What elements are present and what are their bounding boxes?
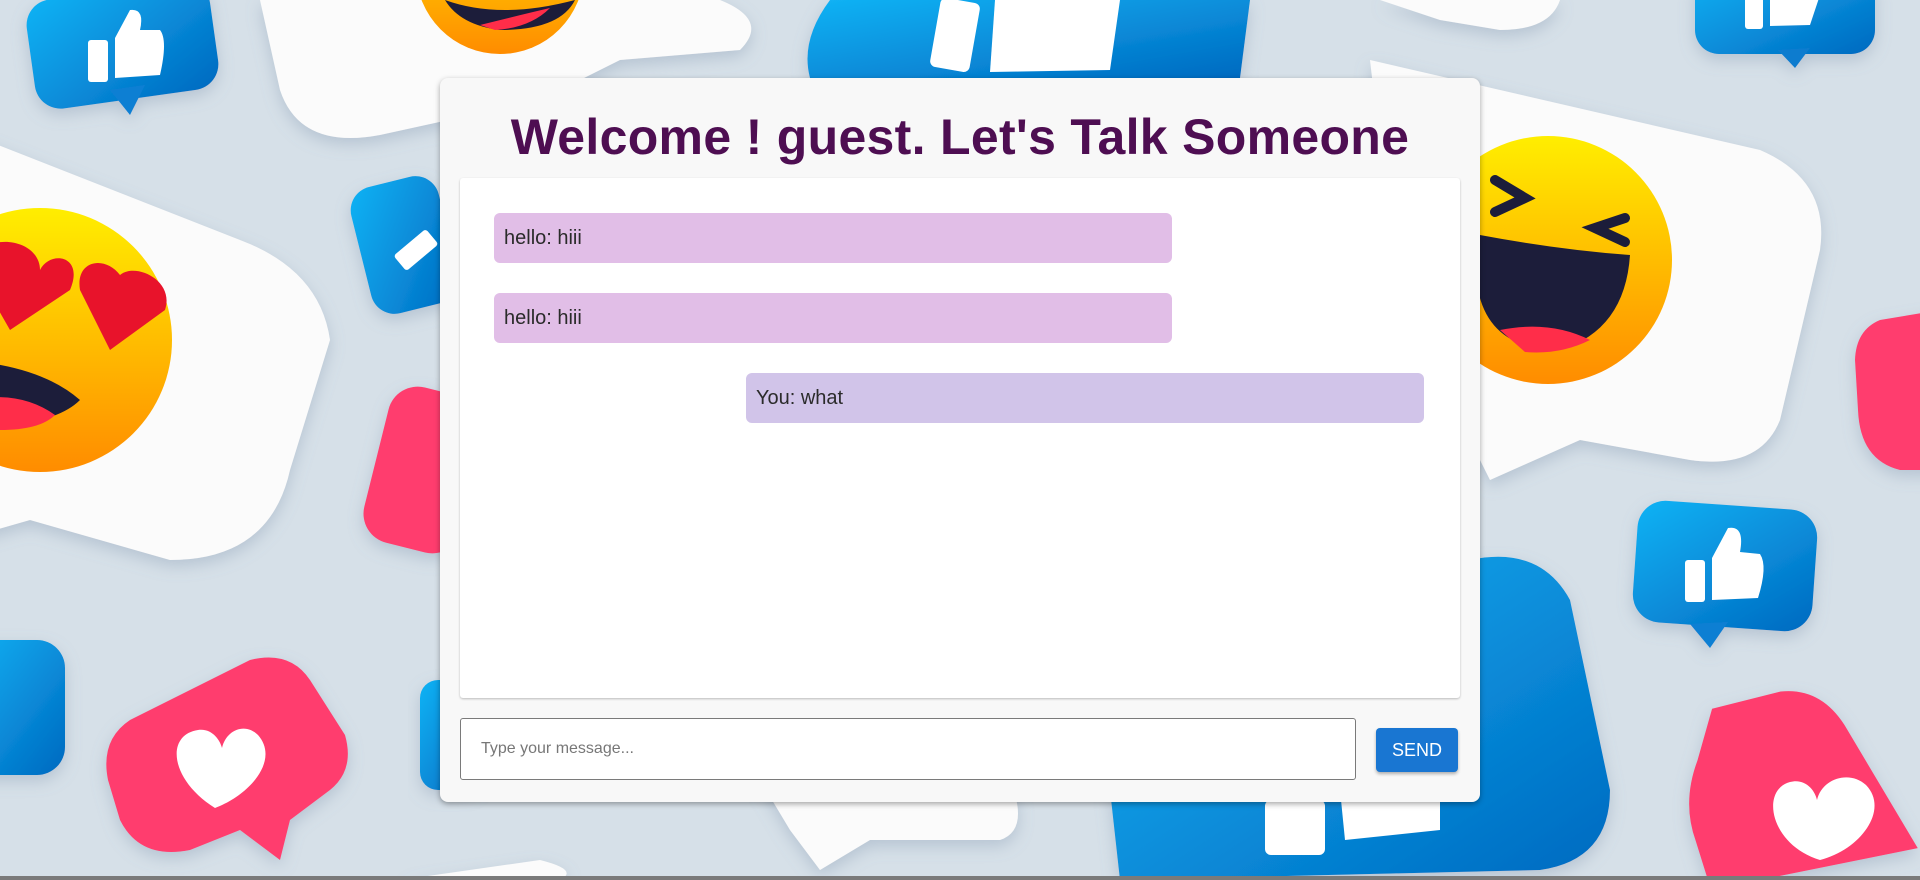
message-list[interactable]: hello: hiii hello: hiii You: what — [460, 178, 1460, 698]
message-input[interactable] — [460, 718, 1356, 780]
chat-container: Welcome ! guest. Let's Talk Someone hell… — [440, 78, 1480, 802]
thumbs-up-icon — [807, 0, 1250, 78]
send-button[interactable]: SEND — [1376, 728, 1458, 772]
message-bubble-sent: You: what — [746, 373, 1424, 423]
message-bubble-received: hello: hiii — [494, 213, 1172, 263]
thumbs-up-icon — [0, 640, 65, 775]
page-title: Welcome ! guest. Let's Talk Someone — [510, 109, 1410, 165]
message-bubble-received: hello: hiii — [494, 293, 1172, 343]
